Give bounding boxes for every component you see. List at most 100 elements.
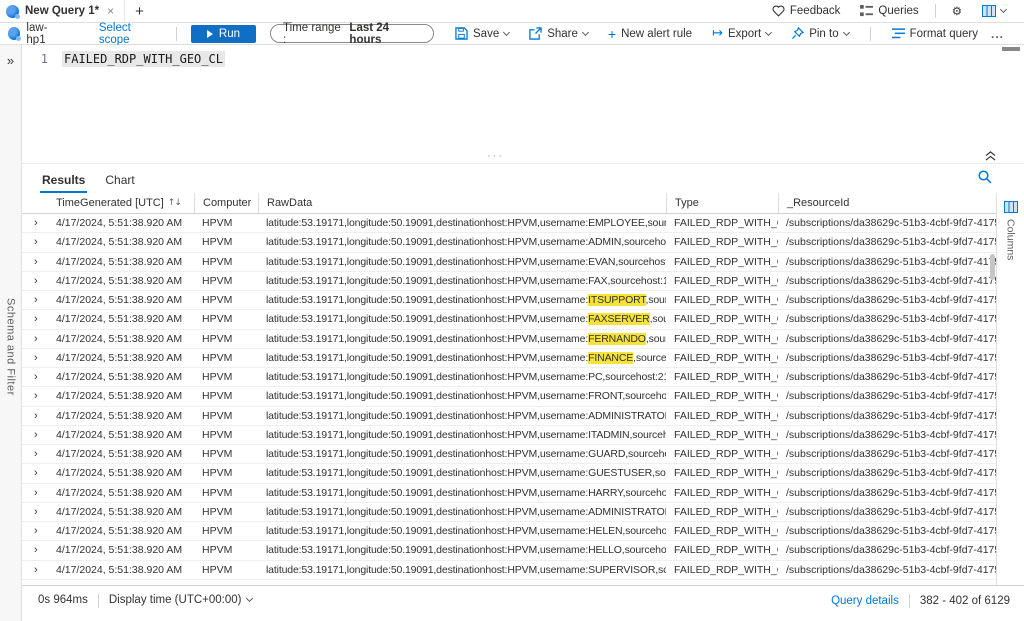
column-header-resourceid[interactable]: _ResourceId bbox=[778, 193, 996, 213]
divider bbox=[909, 594, 910, 608]
result-range: 382 - 402 of 6129 bbox=[920, 595, 1010, 607]
chevron-down-icon bbox=[1000, 6, 1007, 13]
gear-icon[interactable]: ⚙ bbox=[944, 4, 970, 18]
time-range-picker[interactable]: Time range : Last 24 hours bbox=[270, 24, 434, 43]
table-vscrollbar[interactable] bbox=[990, 254, 995, 280]
table-row[interactable]: ›4/17/2024, 5:51:38.920 AMHPVMlatitude:5… bbox=[22, 349, 996, 368]
new-tab-button[interactable]: + bbox=[125, 3, 154, 20]
tab-results[interactable]: Results bbox=[32, 169, 95, 193]
panel-splitter[interactable]: ··· bbox=[22, 149, 1024, 164]
editor-hscrollbar[interactable] bbox=[1002, 47, 1020, 51]
rawdata-suffix: ,sourcehost:152.89.198.238,stat... bbox=[646, 333, 666, 345]
expand-row-icon[interactable]: › bbox=[22, 390, 48, 402]
table-row[interactable]: ›4/17/2024, 5:51:38.920 AMHPVMlatitude:5… bbox=[22, 310, 996, 329]
query-text[interactable]: FAILED_RDP_WITH_GEO_CL bbox=[62, 51, 225, 67]
table-row[interactable]: ›4/17/2024, 5:51:38.920 AMHPVMlatitude:5… bbox=[22, 426, 996, 445]
type-cell: FAILED_RDP_WITH_GEO_CL bbox=[666, 352, 778, 364]
expand-panel-icon[interactable]: » bbox=[7, 53, 14, 68]
table-row[interactable]: ›4/17/2024, 5:51:38.920 AMHPVMlatitude:5… bbox=[22, 233, 996, 252]
expand-row-icon[interactable]: › bbox=[22, 429, 48, 441]
table-row[interactable]: ›4/17/2024, 5:51:38.920 AMHPVMlatitude:5… bbox=[22, 484, 996, 503]
table-row[interactable]: ›4/17/2024, 5:51:38.920 AMHPVMlatitude:5… bbox=[22, 561, 996, 580]
table-row[interactable]: ›4/17/2024, 5:51:38.920 AMHPVMlatitude:5… bbox=[22, 214, 996, 233]
type-cell: FAILED_RDP_WITH_GEO_CL bbox=[666, 506, 778, 518]
expand-row-icon[interactable]: › bbox=[22, 352, 48, 364]
expand-row-icon[interactable]: › bbox=[22, 448, 48, 460]
expand-row-icon[interactable]: › bbox=[22, 487, 48, 499]
table-row[interactable]: ›4/17/2024, 5:51:38.920 AMHPVMlatitude:5… bbox=[22, 387, 996, 406]
table-row[interactable]: ›4/17/2024, 5:51:38.920 AMHPVMlatitude:5… bbox=[22, 407, 996, 426]
table-row[interactable]: ›4/17/2024, 5:51:38.920 AMHPVMlatitude:5… bbox=[22, 503, 996, 522]
computer-cell: HPVM bbox=[194, 256, 258, 268]
expand-row-icon[interactable]: › bbox=[22, 467, 48, 479]
computer-cell: HPVM bbox=[194, 410, 258, 422]
rawdata-username: HARRY bbox=[588, 487, 622, 499]
table-row[interactable]: ›4/17/2024, 5:51:38.920 AMHPVMlatitude:5… bbox=[22, 291, 996, 310]
column-header-computer[interactable]: Computer bbox=[194, 193, 258, 213]
type-cell: FAILED_RDP_WITH_GEO_CL bbox=[666, 313, 778, 325]
feedback-button[interactable]: Feedback bbox=[764, 5, 849, 17]
splitter-handle-icon[interactable]: ··· bbox=[487, 150, 504, 162]
expand-row-icon[interactable]: › bbox=[22, 217, 48, 229]
expand-row-icon[interactable]: › bbox=[22, 544, 48, 556]
display-time-dropdown[interactable]: Display time (UTC+00:00) bbox=[109, 594, 253, 606]
table-header: TimeGenerated [UTC] ↑↓ Computer RawData … bbox=[22, 193, 996, 214]
expand-row-icon[interactable]: › bbox=[22, 236, 48, 248]
tab-new-query-1[interactable]: New Query 1* × bbox=[0, 0, 125, 22]
rawdata-cell: latitude:53.19171,longitude:50.19091,des… bbox=[258, 371, 666, 383]
computer-cell: HPVM bbox=[194, 506, 258, 518]
expand-row-icon[interactable]: › bbox=[22, 313, 48, 325]
format-query-button[interactable]: Format query bbox=[885, 28, 985, 40]
columns-panel-label[interactable]: Columns bbox=[1005, 219, 1017, 260]
expand-row-icon[interactable]: › bbox=[22, 506, 48, 518]
collapse-editor-icon[interactable] bbox=[985, 150, 996, 164]
divider bbox=[98, 594, 99, 608]
queries-button[interactable]: Queries bbox=[852, 5, 926, 17]
more-options-icon[interactable]: ... bbox=[991, 27, 1016, 41]
expand-row-icon[interactable]: › bbox=[22, 564, 48, 576]
new-alert-rule-button[interactable]: + New alert rule bbox=[601, 27, 699, 41]
table-row[interactable]: ›4/17/2024, 5:51:38.920 AMHPVMlatitude:5… bbox=[22, 522, 996, 541]
table-row[interactable]: ›4/17/2024, 5:51:38.920 AMHPVMlatitude:5… bbox=[22, 253, 996, 272]
query-editor[interactable]: 1 FAILED_RDP_WITH_GEO_CL bbox=[22, 45, 1024, 149]
columns-side-panel[interactable]: Columns bbox=[996, 193, 1024, 585]
table-row[interactable]: ›4/17/2024, 5:51:38.920 AMHPVMlatitude:5… bbox=[22, 464, 996, 483]
sort-icons[interactable]: ↑↓ bbox=[168, 198, 181, 208]
rawdata-cell: latitude:53.19171,longitude:50.19091,des… bbox=[258, 467, 666, 479]
schema-filter-label[interactable]: Schema and Filter bbox=[5, 298, 17, 396]
type-cell: FAILED_RDP_WITH_GEO_CL bbox=[666, 525, 778, 537]
expand-row-icon[interactable]: › bbox=[22, 294, 48, 306]
share-button[interactable]: Share bbox=[522, 27, 595, 40]
layout-columns-button[interactable] bbox=[974, 5, 1014, 17]
select-scope-link[interactable]: Select scope bbox=[99, 22, 162, 46]
table-row[interactable]: ›4/17/2024, 5:51:38.920 AMHPVMlatitude:5… bbox=[22, 368, 996, 387]
table-row[interactable]: ›4/17/2024, 5:51:38.920 AMHPVMlatitude:5… bbox=[22, 541, 996, 560]
pin-to-button[interactable]: Pin to bbox=[784, 27, 855, 40]
resourceid-cell: /subscriptions/da38629c-51b3-4cbf-9fd7-4… bbox=[778, 390, 996, 402]
expand-row-icon[interactable]: › bbox=[22, 410, 48, 422]
type-cell: FAILED_RDP_WITH_GEO_CL bbox=[666, 487, 778, 499]
table-row[interactable]: ›4/17/2024, 5:51:38.920 AMHPVMlatitude:5… bbox=[22, 445, 996, 464]
table-row[interactable]: ›4/17/2024, 5:51:38.920 AMHPVMlatitude:5… bbox=[22, 272, 996, 291]
expand-row-icon[interactable]: › bbox=[22, 275, 48, 287]
column-header-timegenerated[interactable]: TimeGenerated [UTC] ↑↓ bbox=[48, 193, 194, 213]
close-icon[interactable]: × bbox=[105, 4, 116, 18]
rawdata-cell: latitude:53.19171,longitude:50.19091,des… bbox=[258, 506, 666, 518]
tab-chart[interactable]: Chart bbox=[95, 169, 144, 193]
search-icon[interactable] bbox=[978, 170, 992, 187]
query-details-link[interactable]: Query details bbox=[831, 595, 899, 607]
expand-row-icon[interactable]: › bbox=[22, 333, 48, 345]
expand-row-icon[interactable]: › bbox=[22, 256, 48, 268]
rawdata-username: FINANCE bbox=[588, 352, 633, 364]
export-button[interactable]: ↦ Export bbox=[705, 27, 778, 40]
rawdata-username: EVAN bbox=[588, 256, 615, 268]
table-row[interactable]: ›4/17/2024, 5:51:38.920 AMHPVMlatitude:5… bbox=[22, 330, 996, 349]
column-header-type[interactable]: Type bbox=[666, 193, 778, 213]
expand-row-icon[interactable]: › bbox=[22, 525, 48, 537]
column-header-rawdata[interactable]: RawData bbox=[258, 193, 666, 213]
run-button[interactable]: Run bbox=[191, 25, 256, 43]
save-button[interactable]: Save bbox=[448, 27, 516, 40]
expand-row-icon[interactable]: › bbox=[22, 371, 48, 383]
chevron-down-icon bbox=[503, 28, 510, 35]
computer-cell: HPVM bbox=[194, 275, 258, 287]
